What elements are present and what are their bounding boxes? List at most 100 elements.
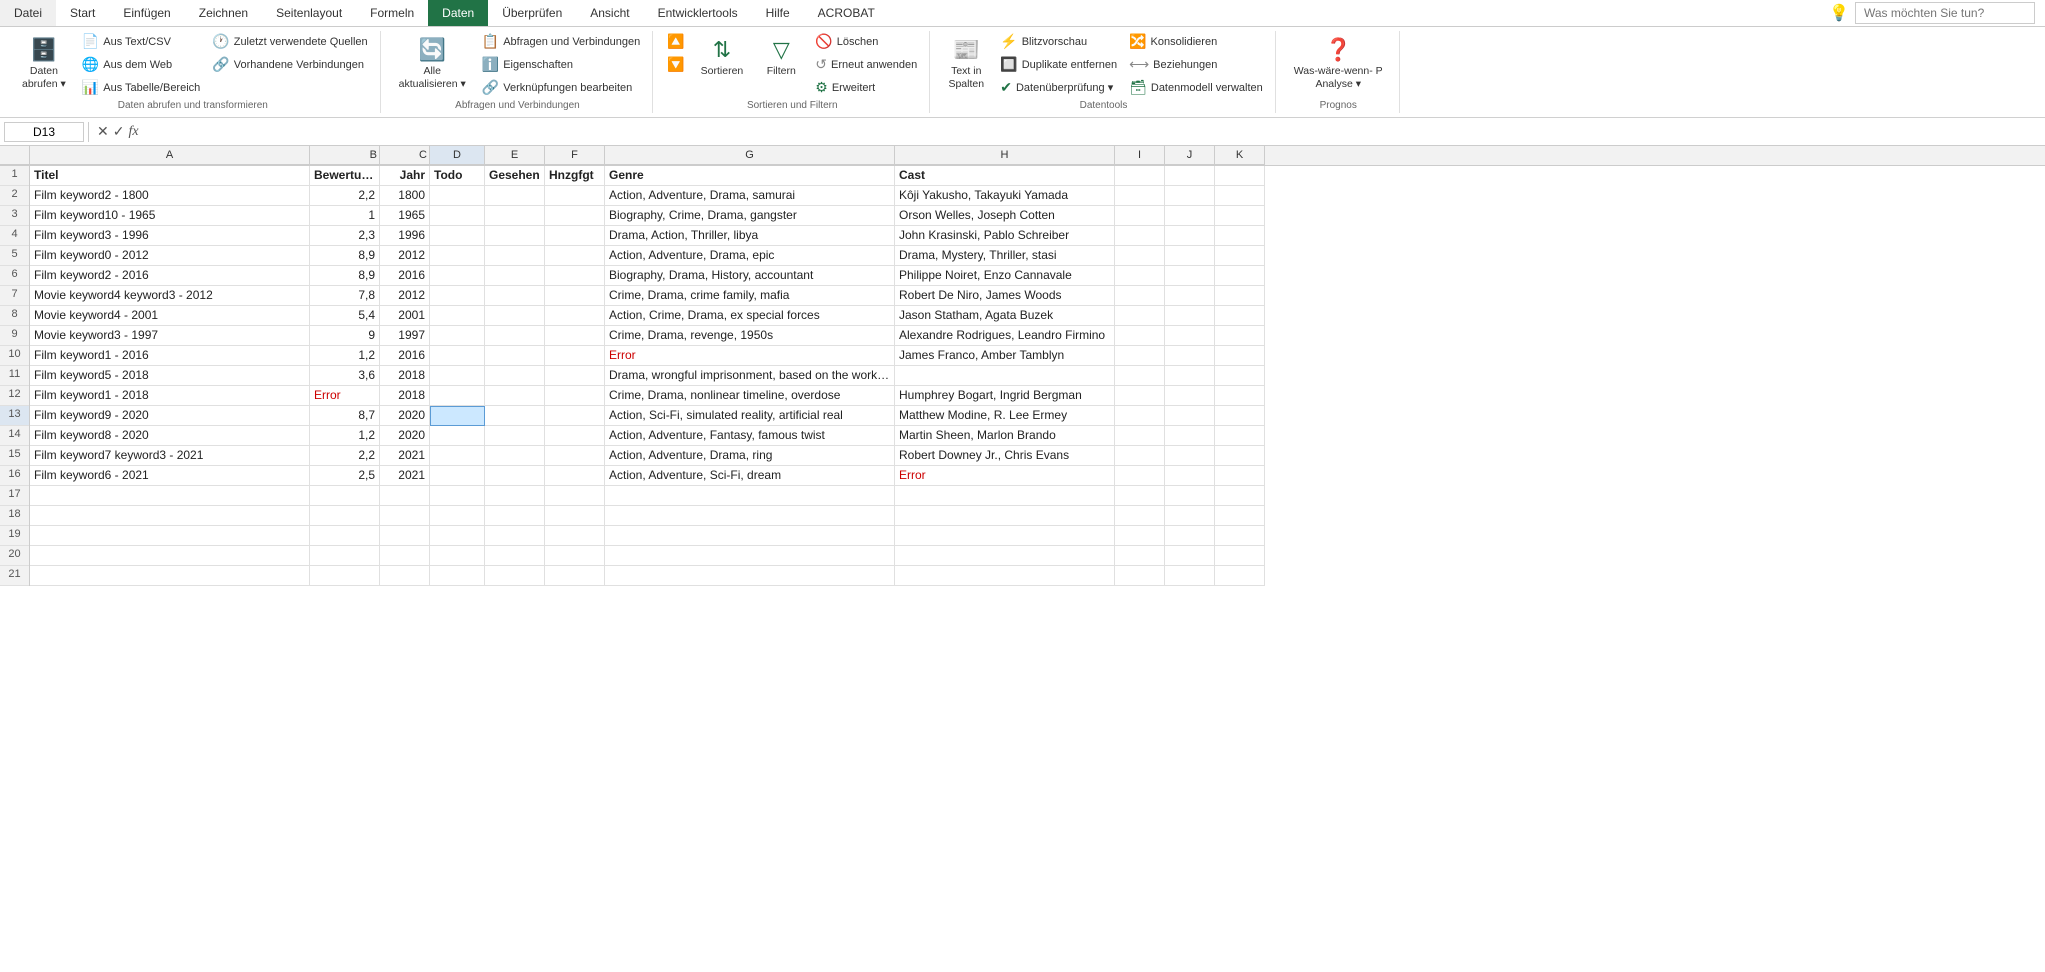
row-num-19[interactable]: 19 — [0, 526, 29, 546]
cell-j11[interactable] — [1165, 366, 1215, 386]
cell-h20[interactable] — [895, 546, 1115, 566]
cell-k10[interactable] — [1215, 346, 1265, 366]
btn-was-waere-wenn[interactable]: ❓ Was-wäre-wenn- PAnalyse ▾ — [1286, 31, 1391, 96]
cell-f4[interactable] — [545, 226, 605, 246]
cell-b18[interactable] — [310, 506, 380, 526]
cell-h2[interactable]: Kôji Yakusho, Takayuki Yamada — [895, 186, 1115, 206]
cell-i4[interactable] — [1115, 226, 1165, 246]
cell-d14[interactable] — [430, 426, 485, 446]
cell-b16[interactable]: 2,5 — [310, 466, 380, 486]
cell-a8[interactable]: Movie keyword4 - 2001 — [30, 306, 310, 326]
cell-e14[interactable] — [485, 426, 545, 446]
cell-i13[interactable] — [1115, 406, 1165, 426]
cell-j17[interactable] — [1165, 486, 1215, 506]
col-header-d[interactable]: D — [430, 146, 485, 165]
btn-vorhandene-verbindungen[interactable]: 🔗 Vorhandene Verbindungen — [208, 54, 371, 75]
btn-aus-text-csv[interactable]: 📄 Aus Text/CSV — [78, 31, 204, 52]
cell-b9[interactable]: 9 — [310, 326, 380, 346]
tab-ueberpruefen[interactable]: Überprüfen — [488, 0, 576, 26]
cell-e11[interactable] — [485, 366, 545, 386]
cell-a21[interactable] — [30, 566, 310, 586]
cell-c10[interactable]: 2016 — [380, 346, 430, 366]
cell-c5[interactable]: 2012 — [380, 246, 430, 266]
row-num-2[interactable]: 2 — [0, 186, 29, 206]
cell-j2[interactable] — [1165, 186, 1215, 206]
cell-c8[interactable]: 2001 — [380, 306, 430, 326]
cell-f19[interactable] — [545, 526, 605, 546]
cell-i15[interactable] — [1115, 446, 1165, 466]
cell-e15[interactable] — [485, 446, 545, 466]
cell-f18[interactable] — [545, 506, 605, 526]
row-num-5[interactable]: 5 — [0, 246, 29, 266]
cell-j20[interactable] — [1165, 546, 1215, 566]
row-num-6[interactable]: 6 — [0, 266, 29, 286]
cell-c6[interactable]: 2016 — [380, 266, 430, 286]
cell-b6[interactable]: 8,9 — [310, 266, 380, 286]
confirm-formula-icon[interactable]: ✓ — [113, 123, 125, 140]
btn-alle-aktualisieren[interactable]: 🔄 Alleaktualisieren ▾ — [391, 31, 474, 96]
cell-j1[interactable] — [1165, 166, 1215, 186]
cell-i17[interactable] — [1115, 486, 1165, 506]
row-num-4[interactable]: 4 — [0, 226, 29, 246]
cell-j19[interactable] — [1165, 526, 1215, 546]
btn-duplikate-entfernen[interactable]: 🔲 Duplikate entfernen — [996, 54, 1121, 75]
cell-f1[interactable]: Hnzgfgt — [545, 166, 605, 186]
cell-a20[interactable] — [30, 546, 310, 566]
row-num-20[interactable]: 20 — [0, 546, 29, 566]
cell-i19[interactable] — [1115, 526, 1165, 546]
cell-c11[interactable]: 2018 — [380, 366, 430, 386]
cell-c12[interactable]: 2018 — [380, 386, 430, 406]
cell-a19[interactable] — [30, 526, 310, 546]
btn-erneut-anwenden[interactable]: ↺ Erneut anwenden — [811, 54, 921, 75]
row-num-9[interactable]: 9 — [0, 326, 29, 346]
cell-i6[interactable] — [1115, 266, 1165, 286]
cell-e9[interactable] — [485, 326, 545, 346]
cell-g10[interactable]: Error — [605, 346, 895, 366]
cell-e5[interactable] — [485, 246, 545, 266]
cell-i12[interactable] — [1115, 386, 1165, 406]
col-header-f[interactable]: F — [545, 146, 605, 165]
cell-f2[interactable] — [545, 186, 605, 206]
btn-eigenschaften[interactable]: ℹ️ Eigenschaften — [478, 54, 644, 75]
cell-g6[interactable]: Biography, Drama, History, accountant — [605, 266, 895, 286]
btn-filtern[interactable]: ▽ Filtern — [755, 31, 807, 84]
cell-e4[interactable] — [485, 226, 545, 246]
cell-d10[interactable] — [430, 346, 485, 366]
cell-k8[interactable] — [1215, 306, 1265, 326]
cell-b12[interactable]: Error — [310, 386, 380, 406]
cell-b19[interactable] — [310, 526, 380, 546]
cell-f3[interactable] — [545, 206, 605, 226]
cell-f12[interactable] — [545, 386, 605, 406]
btn-erweitert[interactable]: ⚙ Erweitert — [811, 77, 921, 98]
cell-b5[interactable]: 8,9 — [310, 246, 380, 266]
cell-i5[interactable] — [1115, 246, 1165, 266]
cell-k3[interactable] — [1215, 206, 1265, 226]
cell-f17[interactable] — [545, 486, 605, 506]
btn-datenueberpruefung[interactable]: ✔ Datenüberprüfung ▾ — [996, 77, 1121, 98]
cell-a5[interactable]: Film keyword0 - 2012 — [30, 246, 310, 266]
row-num-8[interactable]: 8 — [0, 306, 29, 326]
cell-j3[interactable] — [1165, 206, 1215, 226]
cell-g19[interactable] — [605, 526, 895, 546]
cell-c13[interactable]: 2020 — [380, 406, 430, 426]
cell-g11[interactable]: Drama, wrongful imprisonment, based on t… — [605, 366, 895, 386]
cell-a12[interactable]: Film keyword1 - 2018 — [30, 386, 310, 406]
tab-acrobat[interactable]: ACROBAT — [804, 0, 889, 26]
btn-datenmodell-verwalten[interactable]: 🗃 Datenmodell verwalten — [1125, 77, 1267, 98]
cell-c15[interactable]: 2021 — [380, 446, 430, 466]
cell-h10[interactable]: James Franco, Amber Tamblyn — [895, 346, 1115, 366]
search-input[interactable] — [1855, 2, 2035, 24]
col-header-c[interactable]: C — [380, 146, 430, 165]
cell-k4[interactable] — [1215, 226, 1265, 246]
cell-k2[interactable] — [1215, 186, 1265, 206]
cell-g14[interactable]: Action, Adventure, Fantasy, famous twist — [605, 426, 895, 446]
cell-g13[interactable]: Action, Sci-Fi, simulated reality, artif… — [605, 406, 895, 426]
cell-e19[interactable] — [485, 526, 545, 546]
cell-i8[interactable] — [1115, 306, 1165, 326]
cell-h12[interactable]: Humphrey Bogart, Ingrid Bergman — [895, 386, 1115, 406]
cell-k6[interactable] — [1215, 266, 1265, 286]
cell-d12[interactable] — [430, 386, 485, 406]
cell-f11[interactable] — [545, 366, 605, 386]
cell-a13[interactable]: Film keyword9 - 2020 — [30, 406, 310, 426]
cell-h7[interactable]: Robert De Niro, James Woods — [895, 286, 1115, 306]
